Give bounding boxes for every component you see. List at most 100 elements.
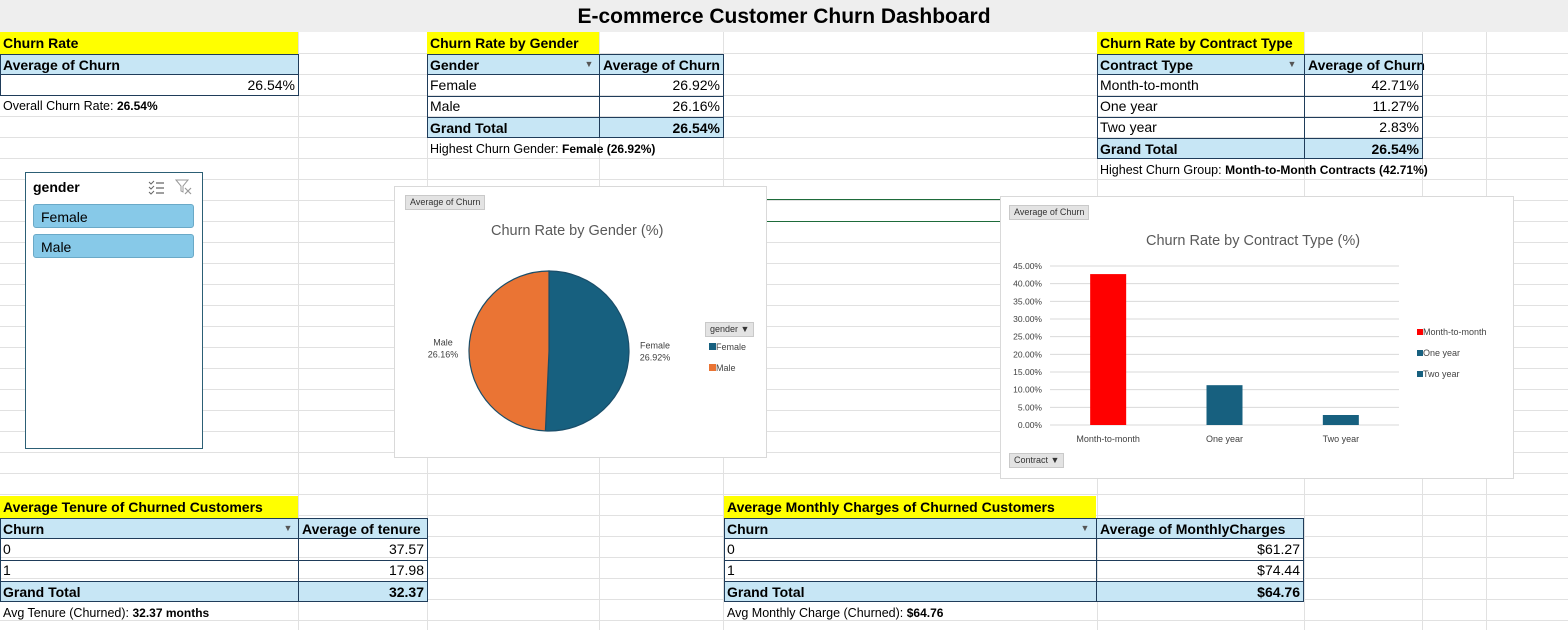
note-value: 26.54% <box>116 99 158 113</box>
bar-month-to-month[interactable] <box>1090 274 1127 425</box>
contract-bar-chart[interactable]: Average of Churn Churn Rate by Contract … <box>1000 196 1514 479</box>
table-border <box>427 96 724 97</box>
table-row-value[interactable]: 11.27% <box>1304 96 1422 117</box>
y-tick-label: 5.00% <box>1018 402 1043 412</box>
legend-label: Male <box>716 363 736 373</box>
grand-total-label[interactable]: Grand Total <box>427 117 599 138</box>
y-tick-label: 10.00% <box>1013 385 1042 395</box>
slicer-item-male[interactable]: Male <box>33 234 194 258</box>
clear-filter-icon[interactable] <box>175 179 193 195</box>
note-label: Highest Churn Gender: <box>430 142 559 156</box>
y-tick-label: 25.00% <box>1013 332 1042 342</box>
selection-line <box>767 199 1000 200</box>
gender-col-header[interactable]: Gender <box>427 54 599 75</box>
filter-dropdown-icon[interactable]: ▼ <box>281 520 295 536</box>
x-tick-label: Month-to-month <box>1076 434 1140 444</box>
legend-label: Month-to-month <box>1423 327 1487 337</box>
pie-slice-female[interactable] <box>544 270 630 432</box>
contract-avg-header[interactable]: Average of Churn <box>1304 54 1425 75</box>
grand-total-label[interactable]: Grand Total <box>0 581 298 602</box>
table-row-value[interactable]: $61.27 <box>1096 539 1303 560</box>
gender-pie-chart[interactable]: Average of Churn Churn Rate by Gender (%… <box>394 186 767 458</box>
pie-label-category: Male <box>433 338 453 348</box>
table-border <box>724 560 1304 561</box>
table-row-value[interactable]: 26.92% <box>599 75 723 96</box>
legend-swatch <box>709 364 716 371</box>
tenure-table-label: Average Tenure of Churned Customers <box>0 496 298 518</box>
grand-total-label[interactable]: Grand Total <box>724 581 1096 602</box>
table-border <box>1097 117 1423 118</box>
table-row-label[interactable]: 0 <box>0 539 298 560</box>
legend-field-button[interactable]: gender ▼ <box>705 322 755 337</box>
legend-label: Two year <box>1423 369 1460 379</box>
gender-table-label: Churn Rate by Gender <box>427 32 599 54</box>
filter-dropdown-icon[interactable]: ▼ <box>582 56 596 72</box>
highest-contract-note: Highest Churn Group: Month-to-Month Cont… <box>1097 160 1437 180</box>
grand-total-value[interactable]: 26.54% <box>599 117 723 138</box>
table-row-label[interactable]: 1 <box>0 560 298 581</box>
overall-churn-note: Overall Churn Rate: 26.54% <box>0 96 300 116</box>
table-row-value[interactable]: $74.44 <box>1096 560 1303 581</box>
contract-col-header[interactable]: Contract Type <box>1097 54 1304 75</box>
tenure-avg-header[interactable]: Average of tenure <box>298 518 427 539</box>
note-label: Overall Churn Rate: <box>3 99 114 113</box>
axis-field-button[interactable]: Contract ▼ <box>1009 453 1065 468</box>
gender-slicer[interactable]: gender Female Male <box>25 172 203 449</box>
churn-rate-value[interactable]: 26.54% <box>0 75 298 96</box>
table-row-value[interactable]: 26.16% <box>599 96 723 117</box>
table-row-label[interactable]: 0 <box>724 539 1096 560</box>
table-border <box>1304 54 1305 159</box>
filter-dropdown-icon[interactable]: ▼ <box>1285 56 1299 72</box>
legend-entry-female: Female <box>709 342 746 352</box>
avg-tenure-note: Avg Tenure (Churned): 32.37 months <box>0 603 300 623</box>
pie-label-value: 26.16% <box>428 350 459 360</box>
note-value: Month-to-Month Contracts (42.71%) <box>1225 163 1428 177</box>
legend-entry-month-to-month: Month-to-month <box>1417 327 1487 337</box>
grand-total-label[interactable]: Grand Total <box>1097 138 1304 159</box>
legend-label: One year <box>1423 348 1461 358</box>
table-row-value[interactable]: 37.57 <box>298 539 427 560</box>
bar-one-year[interactable] <box>1206 385 1243 425</box>
note-value: $64.76 <box>906 606 944 620</box>
table-row-value[interactable]: 17.98 <box>298 560 427 581</box>
table-border <box>1097 96 1423 97</box>
multi-select-icon[interactable] <box>147 179 165 195</box>
x-tick-label: Two year <box>1323 434 1360 444</box>
gender-avg-header[interactable]: Average of Churn <box>599 54 723 75</box>
table-border <box>1422 54 1423 159</box>
slicer-item-female[interactable]: Female <box>33 204 194 228</box>
y-tick-label: 35.00% <box>1013 296 1042 306</box>
table-border <box>1097 54 1098 159</box>
table-row-label[interactable]: Two year <box>1097 117 1304 138</box>
y-tick-label: 20.00% <box>1013 349 1042 359</box>
table-border <box>0 560 428 561</box>
y-tick-label: 0.00% <box>1018 420 1043 430</box>
table-row-value[interactable]: 42.71% <box>1304 75 1422 96</box>
table-row-value[interactable]: 2.83% <box>1304 117 1422 138</box>
table-border <box>0 54 1 96</box>
grand-total-value[interactable]: 26.54% <box>1304 138 1422 159</box>
contract-table-label: Churn Rate by Contract Type <box>1097 32 1304 54</box>
grand-total-value[interactable]: $64.76 <box>1096 581 1303 602</box>
note-label: Highest Churn Group: <box>1100 163 1222 177</box>
grand-total-value[interactable]: 32.37 <box>298 581 427 602</box>
churn-rate-label: Churn Rate <box>0 32 298 54</box>
table-row-label[interactable]: Female <box>427 75 599 96</box>
y-tick-label: 15.00% <box>1013 367 1042 377</box>
churn-rate-header[interactable]: Average of Churn <box>0 54 298 75</box>
table-row-label[interactable]: Month-to-month <box>1097 75 1304 96</box>
table-row-label[interactable]: 1 <box>724 560 1096 581</box>
table-row-label[interactable]: Male <box>427 96 599 117</box>
bar-plot: 0.00% 5.00% 10.00% 15.00% 20.00% 25.00% 30.00%… <box>1013 261 1399 444</box>
legend-label: Female <box>716 342 747 352</box>
legend-button-label: gender <box>710 324 739 334</box>
charges-col-header[interactable]: Churn <box>724 518 1096 539</box>
tenure-col-header[interactable]: Churn <box>0 518 298 539</box>
pie-slice-male[interactable] <box>468 270 550 432</box>
note-value: Female (26.92%) <box>562 142 656 156</box>
charges-avg-header[interactable]: Average of MonthlyCharges <box>1096 518 1303 539</box>
note-label: Avg Tenure (Churned): <box>3 606 130 620</box>
filter-dropdown-icon[interactable]: ▼ <box>1078 520 1092 536</box>
bar-two-year[interactable] <box>1322 415 1359 425</box>
table-row-label[interactable]: One year <box>1097 96 1304 117</box>
